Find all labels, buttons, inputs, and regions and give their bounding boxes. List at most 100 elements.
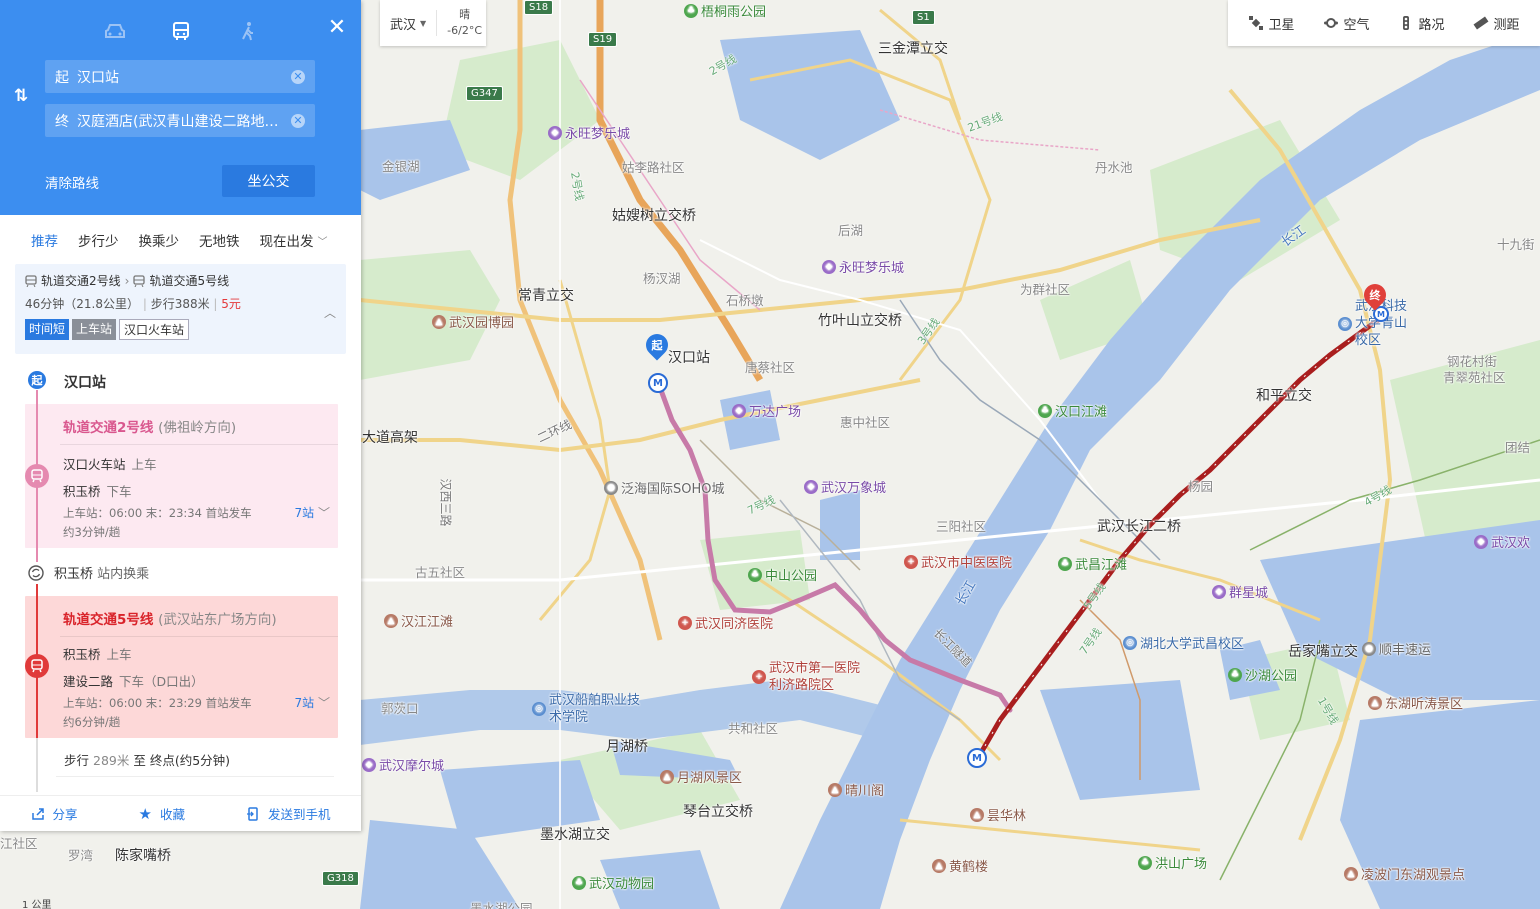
map-poi[interactable]: ▲ 凌波门东湖观景点 — [1344, 864, 1465, 883]
map-poi[interactable]: + 武汉市中医医院 — [904, 552, 1012, 571]
plan-time: 46分钟（21.8公里） — [25, 297, 139, 311]
share-button[interactable]: 分享 — [31, 804, 78, 823]
poi-name: 万达广场 — [749, 405, 802, 420]
mode-walk[interactable] — [236, 20, 260, 42]
alight-stop: 积玉桥 下车 — [63, 481, 132, 500]
metro-station-icon[interactable]: M — [648, 373, 668, 393]
map-poi[interactable]: ♣ 梧桐雨公园 — [684, 1, 766, 20]
map-poi[interactable]: ♣ 汉口江滩 — [1038, 401, 1107, 420]
filter-no-subway[interactable]: 无地铁 — [179, 230, 240, 250]
end-pin[interactable]: 终 — [1359, 279, 1391, 312]
share-label: 分享 — [52, 807, 78, 822]
poi-name: 沙湖公园 — [1245, 669, 1298, 684]
clear-icon[interactable]: ✕ — [291, 69, 305, 84]
take-bus-button[interactable]: 坐公交 — [222, 165, 315, 197]
segment-line2[interactable]: 轨道交通2号线 (佛祖岭方向) 汉口火车站 上车 积玉桥 下车 上车站：06:00 … — [25, 404, 338, 548]
map-poi[interactable]: ▲ 汉江江滩 — [384, 611, 453, 630]
chevron-right-icon: › — [124, 273, 130, 288]
mode-car[interactable] — [103, 20, 127, 42]
poi-name: 汉口江滩 — [1055, 405, 1108, 420]
map-place-label: 琴台立交桥 — [683, 804, 753, 820]
chevron-up-icon[interactable]: ︿ — [324, 304, 336, 321]
poi-marker-icon: ◎ — [1123, 635, 1137, 650]
stops-toggle[interactable]: 7站 ﹀ — [295, 504, 330, 521]
map-poi[interactable]: ♣ 洪山广场 — [1138, 853, 1207, 872]
map-poi[interactable]: ▲ 月湖风景区 — [660, 767, 742, 786]
poi-name: 武汉万象城 — [821, 481, 887, 496]
end-input[interactable]: 终 汉庭酒店(武汉青山建设二路地铁站店) ✕ — [45, 104, 315, 137]
close-icon[interactable]: ✕ — [327, 17, 347, 39]
poi-name: 武汉摩尔城 — [379, 759, 445, 774]
poi-name: 泛海国际SOHO城 — [621, 482, 725, 497]
map-poi[interactable]: ◆ 武汉摩尔城 — [362, 755, 444, 774]
clear-route-link[interactable]: 清除路线 — [45, 172, 99, 192]
route-steps: 起 汉口站 轨道交通2号线 (佛祖岭方向) 汉口火车站 上车 积玉桥 下车 上车站：… — [0, 362, 361, 792]
map-poi[interactable]: ◎ 湖北大学武昌校区 — [1123, 633, 1244, 652]
swap-icon[interactable]: ⇅ — [14, 86, 28, 106]
filter-fewer-transfers[interactable]: 换乘少 — [119, 230, 180, 250]
map-poi[interactable]: ▲ 昙华林 — [970, 805, 1026, 824]
map-place-label: 郭茨口 — [381, 701, 419, 716]
filter-less-walking[interactable]: 步行少 — [58, 230, 119, 250]
poi-marker-icon: + — [752, 670, 766, 684]
metro-station-icon[interactable]: M — [967, 748, 987, 768]
tag-station-name: 汉口火车站 — [119, 319, 190, 340]
start-pin[interactable]: 起 — [641, 329, 673, 362]
start-input[interactable]: 起 汉口站 ✕ — [45, 60, 315, 93]
route-plan-card[interactable]: 轨道交通2号线 › 轨道交通5号线 46分钟（21.8公里） | 步行388米 … — [15, 264, 346, 354]
toolbar-ruler[interactable]: 测距 — [1473, 14, 1520, 33]
map-poi[interactable]: ▲ 晴川阁 — [828, 780, 884, 799]
map-poi[interactable]: ◎ 武汉船舶职业技术学院 — [532, 692, 647, 726]
map-poi[interactable]: ● 泛海国际SOHO城 — [604, 478, 725, 497]
frequency: 约3分钟/趟 — [63, 525, 121, 539]
favorite-button[interactable]: ★ 收藏 — [139, 804, 185, 823]
poi-name: 洪山广场 — [1155, 857, 1208, 872]
walk-distance: 289米 — [93, 753, 130, 768]
map-poi[interactable]: + 武汉市第一医院利济路院区 — [752, 660, 867, 694]
poi-marker-icon: ● — [604, 480, 618, 495]
city-selector[interactable]: 武汉 ▼ — [380, 14, 436, 33]
poi-marker-icon: ♣ — [1138, 855, 1152, 870]
filter-recommended[interactable]: 推荐 — [0, 230, 58, 250]
map-poi[interactable]: ♣ 沙湖公园 — [1228, 665, 1297, 684]
schedule-times: 上车站：06:00 末：23:34 首站发车 — [63, 506, 252, 520]
clear-icon[interactable]: ✕ — [291, 113, 305, 128]
timeline-line — [36, 548, 38, 562]
send-to-phone-icon — [246, 806, 258, 821]
plan-line-1: 轨道交通2号线 — [41, 274, 121, 288]
stops-toggle[interactable]: 7站 ﹀ — [295, 694, 330, 711]
filter-label: 步行少 — [78, 234, 119, 250]
map-poi[interactable]: ♣ 中山公园 — [748, 565, 817, 584]
toolbar-traffic[interactable]: 路况 — [1398, 14, 1445, 33]
segment-line5[interactable]: 轨道交通5号线 (武汉站东广场方向) 积玉桥 上车 建设二路 下车（D口出） 上车站… — [25, 596, 338, 738]
map-poi[interactable]: ▲ 黄鹤楼 — [932, 856, 988, 875]
weather-widget[interactable]: 晴 -6/2°C — [437, 7, 482, 39]
map-place-label: 大道高架 — [362, 430, 418, 446]
map-poi[interactable]: + 武汉同济医院 — [678, 613, 773, 632]
traffic-icon — [1403, 16, 1410, 30]
map-poi[interactable]: ♣ 武汉动物园 — [572, 873, 654, 892]
map-poi[interactable]: ◆ 武汉万象城 — [804, 477, 886, 496]
send-label: 发送到手机 — [267, 807, 331, 822]
schedule-times: 上车站：06:00 末：23:29 首站发车 — [63, 696, 252, 710]
poi-name: 梧桐雨公园 — [701, 5, 767, 20]
map-poi[interactable]: ▲ 武汉园博园 — [432, 312, 514, 331]
filter-depart-now[interactable]: 现在出发 ﹀ — [240, 230, 328, 250]
poi-name: 永旺梦乐城 — [565, 127, 631, 142]
toolbar-air[interactable]: 空气 — [1323, 14, 1370, 33]
send-to-phone-button[interactable]: 发送到手机 — [246, 804, 331, 823]
poi-marker-icon: ◆ — [1212, 584, 1226, 599]
map-poi[interactable]: ◆ 永旺梦乐城 — [548, 123, 630, 142]
map-poi[interactable]: ▲ 东湖听涛景区 — [1368, 693, 1463, 712]
map-poi[interactable]: ◆ 武汉欢 — [1474, 532, 1530, 551]
poi-marker-icon: ◆ — [804, 479, 818, 494]
map-poi[interactable]: ◆ 万达广场 — [732, 401, 801, 420]
map-poi[interactable]: ◆ 永旺梦乐城 — [822, 257, 904, 276]
map-poi[interactable]: ● 顺丰速运 — [1362, 639, 1431, 658]
mode-bus[interactable] — [169, 20, 193, 42]
poi-name: 东湖听涛景区 — [1385, 697, 1464, 712]
toolbar-satellite[interactable]: 卫星 — [1248, 14, 1295, 33]
map-poi[interactable]: ◆ 群星城 — [1212, 582, 1268, 601]
map-poi[interactable]: ♣ 武昌江滩 — [1058, 554, 1127, 573]
map-place-label: 团结 — [1505, 440, 1531, 455]
